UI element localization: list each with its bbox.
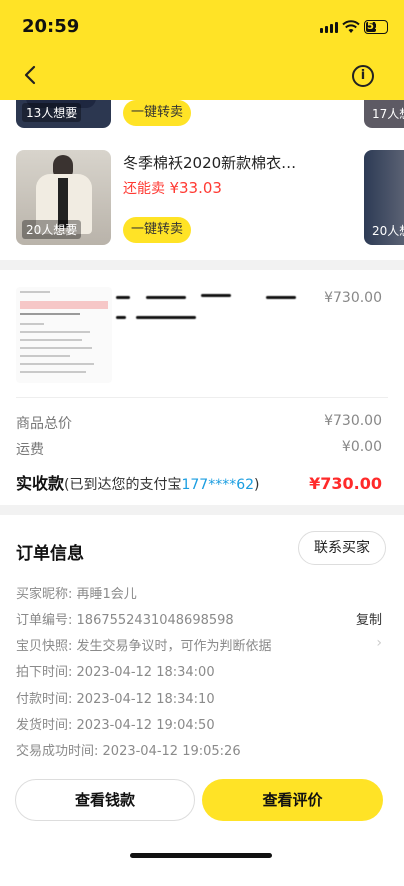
order-info-title: 订单信息 — [16, 544, 84, 564]
paid-note-prefix: (已到达您的支付宝 — [64, 477, 182, 493]
snapshot-row[interactable]: 宝贝快照: 发生交易争议时，可作为判断依据 — [16, 635, 382, 654]
buyer-nickname-value: 再睡1会儿 — [76, 587, 137, 602]
header-bar: 20:59 51 i — [0, 0, 404, 100]
ordered-time-row: 拍下时间: 2023-04-12 18:34:00 — [16, 661, 382, 680]
want-count: 13人想要 — [22, 103, 82, 122]
bottom-action-bar: 查看钱款 查看评价 — [0, 765, 404, 886]
status-bar: 20:59 51 — [0, 0, 404, 54]
recommend-list: 13人想要 一键转卖 17人想要 20人想要 冬季棉袄2020新款棉衣… 还能卖… — [0, 96, 404, 260]
paid-time-label: 付款时间: — [16, 692, 73, 707]
product-title: 冬季棉袄2020新款棉衣… — [123, 154, 297, 172]
paid-label: 实收款 — [16, 474, 65, 493]
order-number-label: 订单编号: — [16, 613, 73, 628]
shipped-time-label: 发货时间: — [16, 718, 73, 733]
product-thumbnail[interactable]: 13人想要 — [16, 96, 111, 128]
resell-price-value: ¥33.03 — [169, 179, 222, 197]
recommend-item[interactable]: 13人想要 一键转卖 — [16, 96, 396, 129]
contact-buyer-button[interactable]: 联系买家 — [298, 531, 386, 565]
completed-time-row: 交易成功时间: 2023-04-12 19:05:26 — [16, 740, 382, 759]
paid-note-suffix: ) — [254, 477, 260, 493]
paid-amount: ¥730.00 — [309, 474, 382, 493]
item-image[interactable] — [16, 287, 112, 383]
want-count: 20人想要 — [372, 224, 404, 238]
snapshot-label: 宝贝快照: — [16, 639, 73, 654]
paid-time-value: 2023-04-12 18:34:10 — [76, 692, 215, 707]
shipping-label: 运费 — [16, 442, 44, 458]
shipped-time-value: 2023-04-12 19:04:50 — [76, 718, 215, 733]
snapshot-value: 发生交易争议时，可作为判断依据 — [76, 639, 272, 654]
order-number-row: 订单编号: 1867552431048698598 — [16, 609, 382, 628]
order-number-value: 1867552431048698598 — [76, 613, 234, 628]
completed-time-value: 2023-04-12 19:05:26 — [102, 744, 241, 759]
ordered-time-value: 2023-04-12 18:34:00 — [76, 665, 215, 680]
resell-button[interactable]: 一键转卖 — [123, 100, 191, 126]
goods-total-row: 商品总价 ¥730.00 — [16, 413, 382, 433]
shipping-row: 运费 ¥0.00 — [16, 439, 382, 459]
resell-price: 还能卖 ¥33.03 — [123, 178, 222, 198]
divider — [16, 397, 388, 398]
resell-price-label: 还能卖 — [123, 181, 170, 197]
resell-button[interactable]: 一键转卖 — [123, 217, 191, 243]
ordered-time-label: 拍下时间: — [16, 665, 73, 680]
item-title-redacted — [116, 292, 306, 328]
shipped-time-row: 发货时间: 2023-04-12 19:04:50 — [16, 714, 382, 733]
battery-level: 51 — [367, 21, 381, 32]
copy-button[interactable]: 复制 — [356, 609, 382, 628]
buyer-nickname-label: 买家昵称: — [16, 587, 73, 602]
back-arrow-icon[interactable] — [20, 64, 42, 86]
status-time: 20:59 — [22, 16, 80, 37]
chevron-right-icon[interactable]: › — [376, 635, 382, 651]
goods-total-label: 商品总价 — [16, 416, 72, 432]
info-icon[interactable]: i — [352, 65, 374, 87]
want-count: 20人想要 — [22, 220, 82, 239]
buyer-nickname-row: 买家昵称: 再睡1会儿 — [16, 583, 382, 602]
product-thumbnail[interactable]: 20人想要 — [16, 150, 111, 245]
goods-total-value: ¥730.00 — [324, 413, 382, 429]
view-payment-button[interactable]: 查看钱款 — [15, 779, 195, 821]
item-price: ¥730.00 — [324, 290, 382, 306]
side-thumbnail[interactable]: 17人想要 — [364, 96, 404, 128]
alipay-account: 177****62 — [181, 477, 255, 493]
paid-label-group: 实收款(已到达您的支付宝177****62) — [16, 470, 260, 494]
order-summary: ¥730.00 商品总价 ¥730.00 运费 ¥0.00 实收款(已到达您的支… — [0, 270, 404, 505]
want-count: 17人想要 — [372, 107, 404, 121]
recommend-item[interactable]: 20人想要 冬季棉袄2020新款棉衣… 还能卖 ¥33.03 一键转卖 — [16, 150, 396, 246]
paid-time-row: 付款时间: 2023-04-12 18:34:10 — [16, 688, 382, 707]
cellular-signal-icon — [320, 22, 338, 33]
paid-row: 实收款(已到达您的支付宝177****62) ¥730.00 — [16, 470, 382, 494]
view-review-button[interactable]: 查看评价 — [202, 779, 383, 821]
wifi-icon — [342, 20, 360, 33]
completed-time-label: 交易成功时间: — [16, 744, 99, 759]
battery-icon: 51 — [364, 20, 388, 34]
shipping-value: ¥0.00 — [341, 439, 382, 455]
home-indicator[interactable] — [130, 853, 272, 858]
side-thumbnail[interactable]: 20人想要 — [364, 150, 404, 245]
